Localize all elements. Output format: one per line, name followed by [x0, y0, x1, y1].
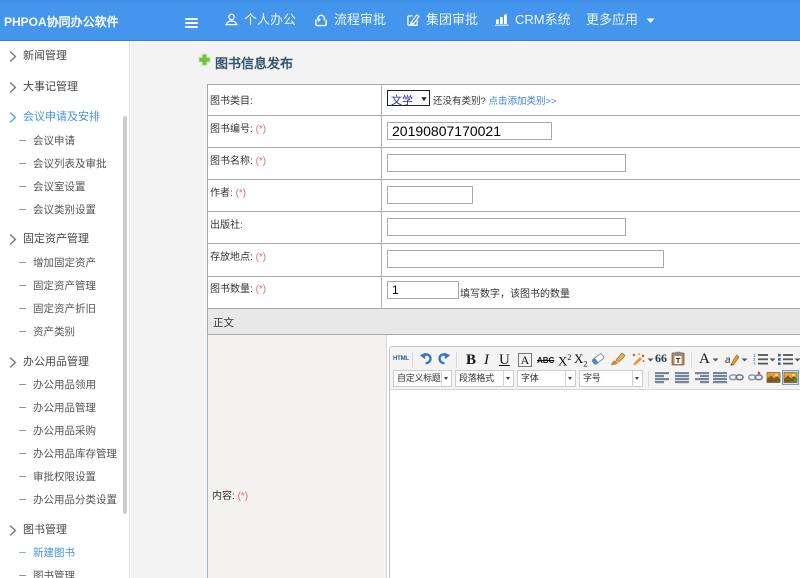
svg-text:a: a	[725, 355, 731, 366]
svg-text:3: 3	[753, 361, 756, 365]
svg-text:T: T	[676, 356, 681, 365]
